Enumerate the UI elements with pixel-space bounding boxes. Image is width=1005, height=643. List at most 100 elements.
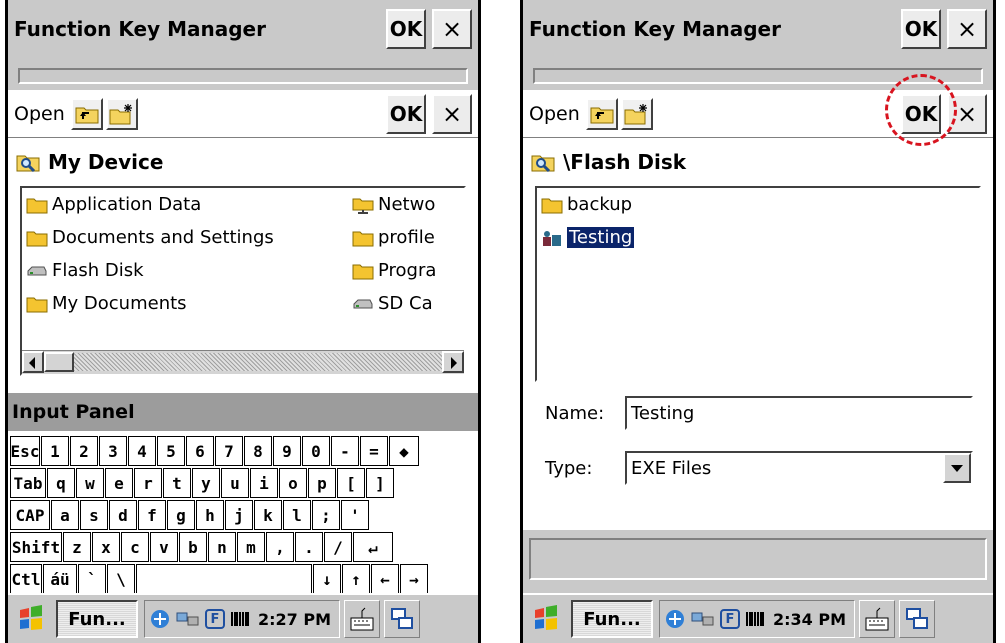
dialog-ok-button[interactable]: OK <box>386 93 426 134</box>
list-item[interactable]: backup <box>541 194 632 215</box>
key[interactable]: f <box>138 500 166 530</box>
dialog-close-button[interactable]: × <box>432 93 472 134</box>
key[interactable]: ; <box>312 500 340 530</box>
list-item[interactable]: profile <box>352 227 435 248</box>
barcode-icon[interactable] <box>230 610 250 628</box>
key[interactable]: r <box>134 468 162 498</box>
key[interactable]: ← <box>371 564 399 594</box>
key[interactable]: - <box>331 436 359 466</box>
new-folder-button[interactable] <box>620 97 653 130</box>
desktop-toggle-button[interactable] <box>384 600 421 638</box>
list-item[interactable]: Flash Disk <box>26 260 144 281</box>
key[interactable]: Shift <box>10 532 62 562</box>
key[interactable]: d <box>109 500 137 530</box>
list-item[interactable]: Application Data <box>26 194 201 215</box>
key-space[interactable] <box>136 564 312 594</box>
list-item[interactable]: Progra <box>352 260 436 281</box>
key[interactable]: v <box>150 532 178 562</box>
key[interactable]: Ctl <box>10 564 42 594</box>
key[interactable]: 6 <box>186 436 214 466</box>
key[interactable]: Tab <box>10 468 46 498</box>
key[interactable]: ↵ <box>353 532 393 562</box>
key[interactable]: 9 <box>273 436 301 466</box>
key[interactable]: m <box>237 532 265 562</box>
key[interactable]: , <box>266 532 294 562</box>
key[interactable]: n <box>208 532 236 562</box>
horizontal-scrollbar[interactable] <box>22 350 464 374</box>
key[interactable]: 4 <box>128 436 156 466</box>
key[interactable]: 3 <box>99 436 127 466</box>
key[interactable]: s <box>80 500 108 530</box>
file-list[interactable]: Application Data Documents and Settings … <box>20 186 466 376</box>
key[interactable]: ↑ <box>342 564 370 594</box>
barcode-icon[interactable] <box>745 610 765 628</box>
key[interactable]: 2 <box>70 436 98 466</box>
windows-start-icon[interactable] <box>14 601 50 637</box>
key[interactable]: u <box>221 468 249 498</box>
network-icon[interactable] <box>691 610 715 628</box>
key[interactable]: i <box>250 468 278 498</box>
network-icon[interactable] <box>176 610 200 628</box>
key[interactable]: p <box>308 468 336 498</box>
key[interactable]: áü <box>43 564 77 594</box>
clock[interactable]: 2:34 PM <box>773 610 846 629</box>
function-key-icon[interactable]: F <box>205 609 225 629</box>
key[interactable]: l <box>283 500 311 530</box>
key[interactable]: ' <box>341 500 369 530</box>
list-item[interactable]: SD Ca <box>352 293 433 314</box>
key[interactable]: [ <box>337 468 365 498</box>
windows-start-icon[interactable] <box>529 601 565 637</box>
chevron-down-icon[interactable] <box>943 453 971 483</box>
key[interactable]: → <box>400 564 428 594</box>
sync-icon[interactable] <box>664 608 686 630</box>
key[interactable]: t <box>163 468 191 498</box>
key[interactable]: c <box>121 532 149 562</box>
key[interactable]: q <box>47 468 75 498</box>
key[interactable]: ↓ <box>313 564 341 594</box>
key[interactable]: / <box>324 532 352 562</box>
key[interactable]: ◆ <box>389 436 419 466</box>
key[interactable]: \ <box>107 564 135 594</box>
sync-icon[interactable] <box>149 608 171 630</box>
key[interactable]: 5 <box>157 436 185 466</box>
close-button[interactable]: × <box>432 9 472 49</box>
list-item[interactable]: Netwo <box>352 194 435 215</box>
key[interactable]: x <box>92 532 120 562</box>
list-item[interactable]: My Documents <box>26 293 187 314</box>
taskbar-app-button[interactable]: Fun... <box>56 600 138 638</box>
ok-button[interactable]: OK <box>386 9 426 49</box>
function-key-icon[interactable]: F <box>720 609 740 629</box>
list-item-selected[interactable]: Testing <box>541 227 635 248</box>
key[interactable]: Esc <box>10 436 40 466</box>
key[interactable]: 1 <box>41 436 69 466</box>
key[interactable]: o <box>279 468 307 498</box>
taskbar-app-button[interactable]: Fun... <box>571 600 653 638</box>
key[interactable]: g <box>167 500 195 530</box>
type-select[interactable]: EXE Files <box>625 451 973 485</box>
keyboard-toggle-button[interactable] <box>859 600 896 638</box>
key[interactable]: = <box>360 436 388 466</box>
key[interactable]: w <box>76 468 104 498</box>
ok-button[interactable]: OK <box>901 9 941 49</box>
key[interactable]: b <box>179 532 207 562</box>
scroll-right-icon[interactable] <box>442 351 464 373</box>
up-folder-button[interactable] <box>585 97 618 130</box>
up-folder-button[interactable] <box>70 97 103 130</box>
scroll-thumb[interactable] <box>44 352 74 372</box>
key[interactable]: ` <box>78 564 106 594</box>
key[interactable]: h <box>196 500 224 530</box>
file-list[interactable]: backup Testing <box>535 186 981 382</box>
name-field[interactable]: Testing <box>625 396 973 430</box>
scroll-left-icon[interactable] <box>22 351 44 373</box>
key[interactable]: y <box>192 468 220 498</box>
key[interactable]: a <box>51 500 79 530</box>
key[interactable]: . <box>295 532 323 562</box>
clock[interactable]: 2:27 PM <box>258 610 331 629</box>
key[interactable]: j <box>225 500 253 530</box>
key[interactable]: 8 <box>244 436 272 466</box>
key[interactable]: 7 <box>215 436 243 466</box>
keyboard-toggle-button[interactable] <box>344 600 381 638</box>
key[interactable]: k <box>254 500 282 530</box>
key[interactable]: z <box>63 532 91 562</box>
key[interactable]: CAP <box>10 500 50 530</box>
